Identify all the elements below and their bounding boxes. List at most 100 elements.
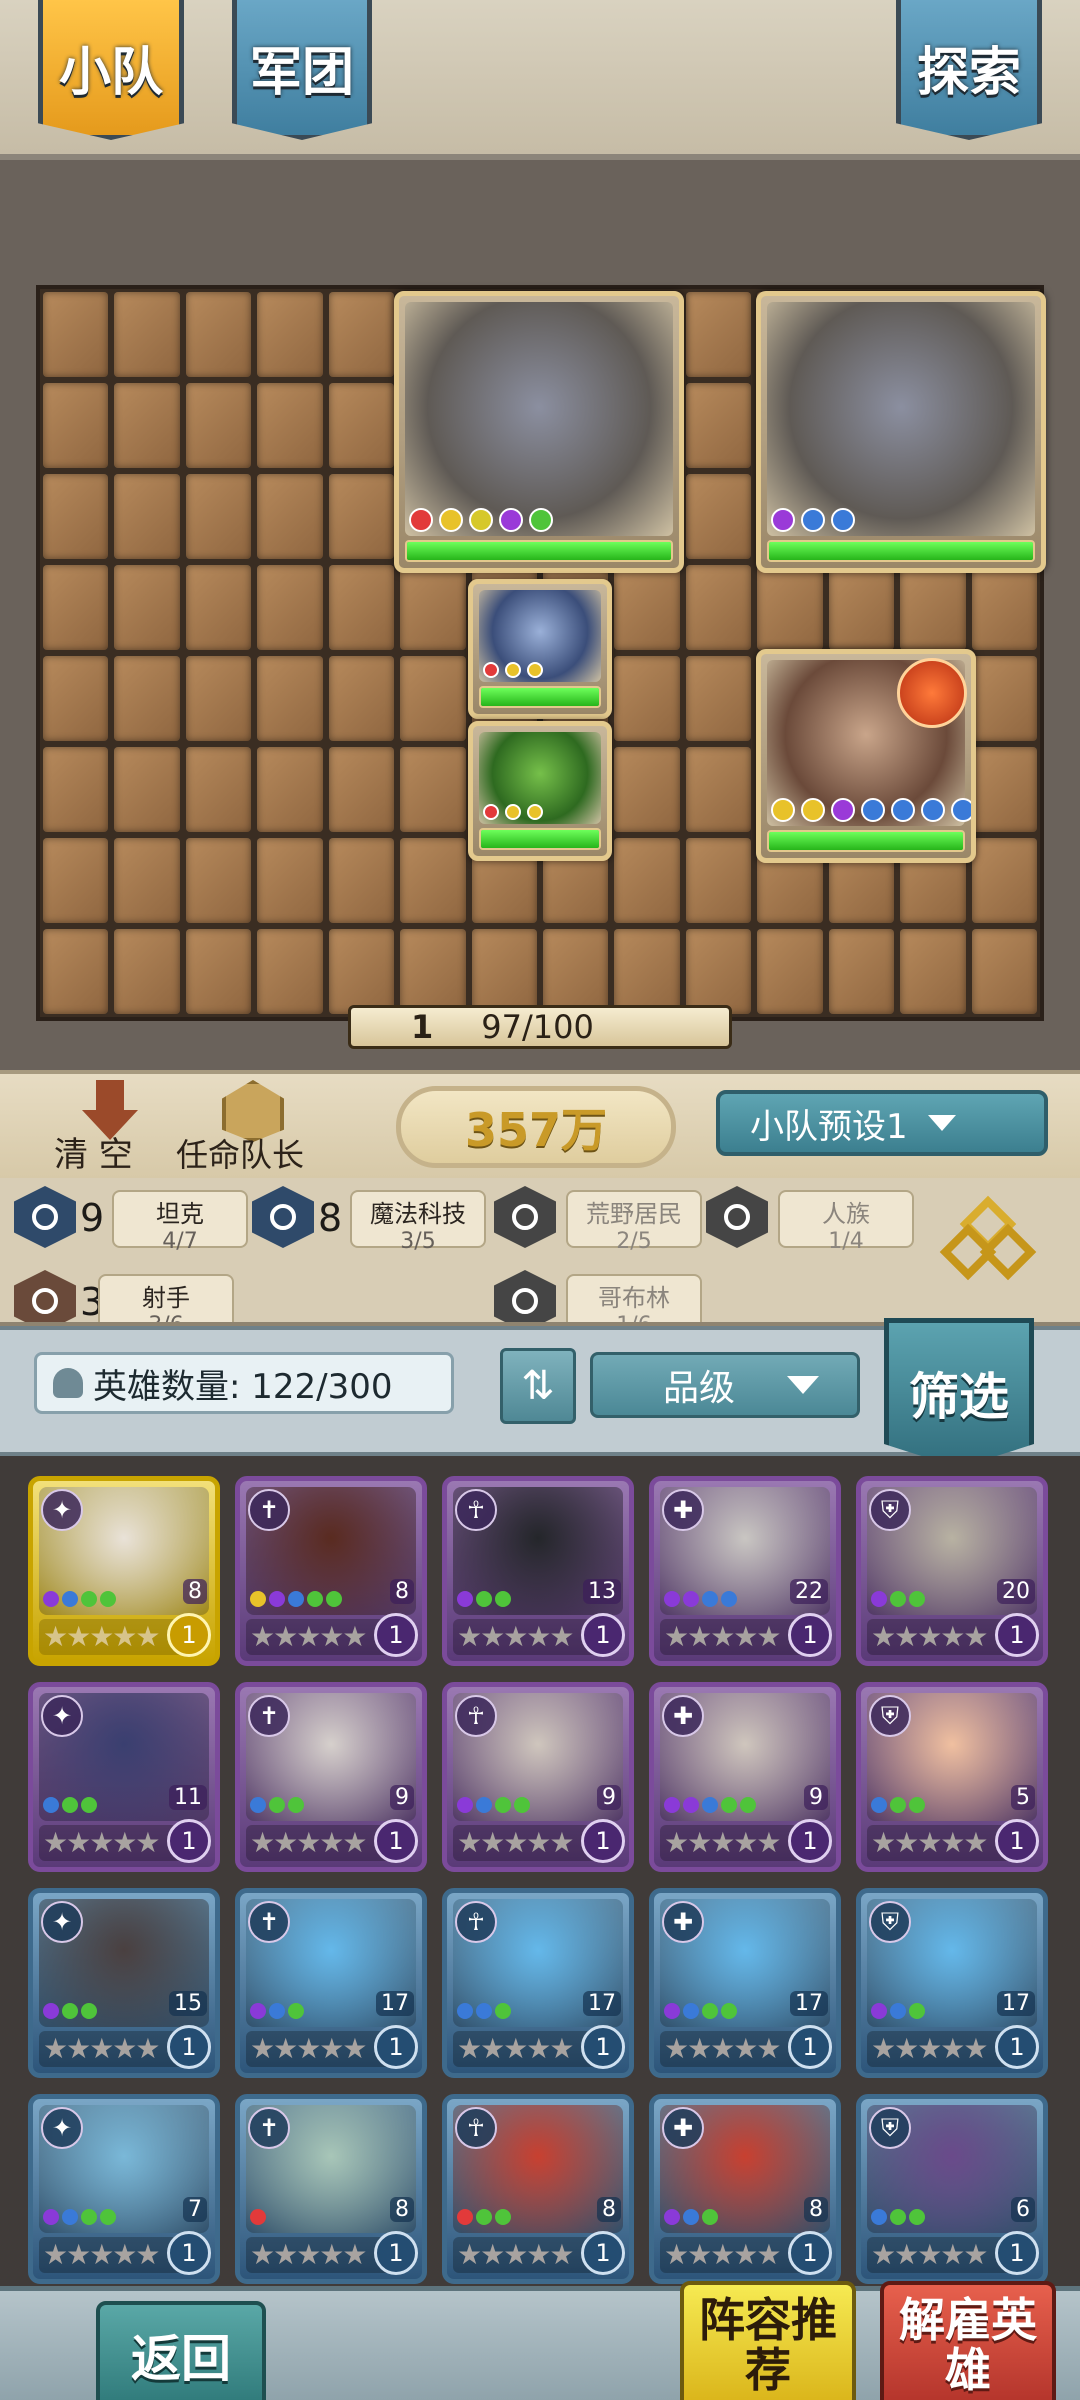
hero-card[interactable]: ☥ 9 ★★★★★ 1 bbox=[442, 1682, 634, 1872]
trait-dot bbox=[81, 1591, 97, 1607]
unit-stone-golem-1[interactable] bbox=[394, 291, 684, 573]
hero-card[interactable]: ⛨ 6 ★★★★★ 1 bbox=[856, 2094, 1048, 2284]
synergy-archer[interactable]: 3 射手 3/6 bbox=[14, 1270, 254, 1322]
hero-card[interactable]: ☥ 17 ★★★★★ 1 bbox=[442, 1888, 634, 2078]
grid-cell bbox=[328, 747, 395, 832]
hero-level: 7 bbox=[183, 2197, 207, 2222]
hero-card[interactable]: ✦ 11 ★★★★★ 1 bbox=[28, 1682, 220, 1872]
squad-controls: 清 空 任命队长 357万 小队预设1 bbox=[0, 1070, 1080, 1178]
trait-dot bbox=[250, 2209, 266, 2225]
trait-dot bbox=[288, 2003, 304, 2019]
clear-label: 清 空 bbox=[54, 1135, 133, 1175]
grid-cell bbox=[400, 838, 466, 923]
synergy-panel: 9 坦克 4/7 8 魔法科技 3/5 荒野居民 2/5 人族 1/4 3 射手 3/6 … bbox=[0, 1178, 1080, 1326]
trait-dot bbox=[483, 804, 499, 820]
trait-dot bbox=[951, 798, 971, 822]
class-icon: ⛨ bbox=[869, 1901, 911, 1943]
grid-cell bbox=[971, 747, 1037, 832]
preset-dropdown[interactable]: 小队预设1 bbox=[716, 1090, 1048, 1156]
hero-card[interactable]: ✝ 17 ★★★★★ 1 bbox=[235, 1888, 427, 2078]
synergy-progress: 3/5 bbox=[400, 1229, 436, 1254]
grid-cell bbox=[43, 383, 109, 468]
grid-cell bbox=[828, 929, 895, 1014]
hero-level: 22 bbox=[790, 1579, 828, 1604]
hero-card[interactable]: ☥ 13 ★★★★★ 1 bbox=[442, 1476, 634, 1666]
grade-dropdown[interactable]: 品级 bbox=[590, 1352, 860, 1418]
hero-card[interactable]: ✦ 7 ★★★★★ 1 bbox=[28, 2094, 220, 2284]
unit-knight[interactable] bbox=[468, 579, 612, 719]
dismiss-hero-button[interactable]: 解雇英雄 bbox=[880, 2281, 1056, 2400]
unit-stone-golem-2[interactable] bbox=[756, 291, 1046, 573]
hero-stars: ★★★★★ bbox=[660, 2237, 806, 2273]
trait-dot bbox=[469, 508, 493, 532]
hero-card[interactable]: ⛨ 20 ★★★★★ 1 bbox=[856, 1476, 1048, 1666]
class-icon: ☥ bbox=[455, 1489, 497, 1531]
tab-squad[interactable]: 小队 bbox=[38, 0, 184, 140]
unit-goblin[interactable] bbox=[468, 721, 612, 861]
synergy-name: 哥布林 bbox=[598, 1284, 670, 1312]
hero-card[interactable]: ✝ 9 ★★★★★ 1 bbox=[235, 1682, 427, 1872]
unit-health-bar bbox=[767, 540, 1035, 562]
hero-quantity: 1 bbox=[374, 2231, 418, 2275]
trait-dot bbox=[721, 2003, 737, 2019]
hero-card[interactable]: ✚ 9 ★★★★★ 1 bbox=[649, 1682, 841, 1872]
hero-stars: ★★★★★ bbox=[867, 2031, 1013, 2067]
hero-card[interactable]: ✚ 17 ★★★★★ 1 bbox=[649, 1888, 841, 2078]
lineup-recommend-button[interactable]: 阵容推荐 bbox=[680, 2281, 856, 2400]
hero-stars: ★★★★★ bbox=[39, 1619, 185, 1655]
grid-cell bbox=[114, 656, 180, 741]
shield-icon bbox=[14, 1186, 76, 1248]
hero-card[interactable]: ✝ 8 ★★★★★ 1 bbox=[235, 2094, 427, 2284]
hero-quantity: 1 bbox=[581, 1613, 625, 1657]
trait-dot bbox=[871, 1797, 887, 1813]
synergy-wildlander[interactable]: 荒野居民 2/5 bbox=[494, 1186, 734, 1254]
hero-card[interactable]: ✚ 22 ★★★★★ 1 bbox=[649, 1476, 841, 1666]
hero-traits bbox=[457, 2003, 511, 2019]
trait-dot bbox=[801, 508, 825, 532]
synergy-tank[interactable]: 9 坦克 4/7 bbox=[14, 1186, 254, 1254]
trait-dot bbox=[499, 508, 523, 532]
sort-order-button[interactable]: ⇅ bbox=[500, 1348, 576, 1424]
synergy-goblin[interactable]: 哥布林 1/6 bbox=[494, 1270, 734, 1322]
grid-cell bbox=[328, 838, 395, 923]
tab-explore[interactable]: 探索 bbox=[896, 0, 1042, 140]
class-icon: ⛨ bbox=[869, 2107, 911, 2149]
tab-legion[interactable]: 军团 bbox=[232, 0, 372, 140]
unit-barbarian-captain[interactable] bbox=[756, 649, 976, 863]
trait-dot bbox=[861, 798, 885, 822]
synergy-human[interactable]: 人族 1/4 bbox=[706, 1186, 946, 1254]
synergy-magitech[interactable]: 8 魔法科技 3/5 bbox=[252, 1186, 492, 1254]
clear-button[interactable]: 清 空 bbox=[54, 1080, 164, 1176]
back-button[interactable]: 返回 bbox=[96, 2301, 266, 2400]
hero-stars: ★★★★★ bbox=[246, 2031, 392, 2067]
trait-dot bbox=[457, 2209, 473, 2225]
hero-card[interactable]: ⛨ 17 ★★★★★ 1 bbox=[856, 1888, 1048, 2078]
hero-level: 6 bbox=[1011, 2197, 1035, 2222]
grid-cell bbox=[900, 929, 966, 1014]
hero-card[interactable]: ✦ 15 ★★★★★ 1 bbox=[28, 1888, 220, 2078]
appoint-captain-button[interactable]: 任命队长 bbox=[176, 1080, 336, 1176]
filter-button[interactable]: 筛选 bbox=[884, 1318, 1034, 1468]
hero-quantity: 1 bbox=[995, 1819, 1039, 1863]
trait-dot bbox=[702, 2209, 718, 2225]
trait-dot bbox=[326, 1591, 342, 1607]
synergy-expand-icon[interactable] bbox=[936, 1195, 1040, 1292]
hero-card[interactable]: ⛨ 5 ★★★★★ 1 bbox=[856, 1682, 1048, 1872]
hero-stars: ★★★★★ bbox=[867, 1619, 1013, 1655]
grid-cell bbox=[257, 565, 323, 650]
hero-card[interactable]: ✝ 8 ★★★★★ 1 bbox=[235, 1476, 427, 1666]
sort-icon: ⇅ bbox=[521, 1363, 555, 1409]
grid-cell bbox=[400, 929, 466, 1014]
wildlander-icon bbox=[494, 1186, 556, 1248]
trait-dot bbox=[721, 1591, 737, 1607]
formation-grid[interactable] bbox=[36, 285, 1046, 1021]
grid-cell bbox=[614, 838, 680, 923]
hero-level: 8 bbox=[804, 2197, 828, 2222]
hero-traits bbox=[457, 1591, 511, 1607]
hero-card[interactable]: ✦ 8 ★★★★★ 1 bbox=[28, 1476, 220, 1666]
grid-cell bbox=[685, 929, 752, 1014]
hero-card[interactable]: ✚ 8 ★★★★★ 1 bbox=[649, 2094, 841, 2284]
hero-card[interactable]: ☥ 8 ★★★★★ 1 bbox=[442, 2094, 634, 2284]
grid-cell bbox=[685, 838, 752, 923]
hero-traits bbox=[664, 1797, 756, 1813]
